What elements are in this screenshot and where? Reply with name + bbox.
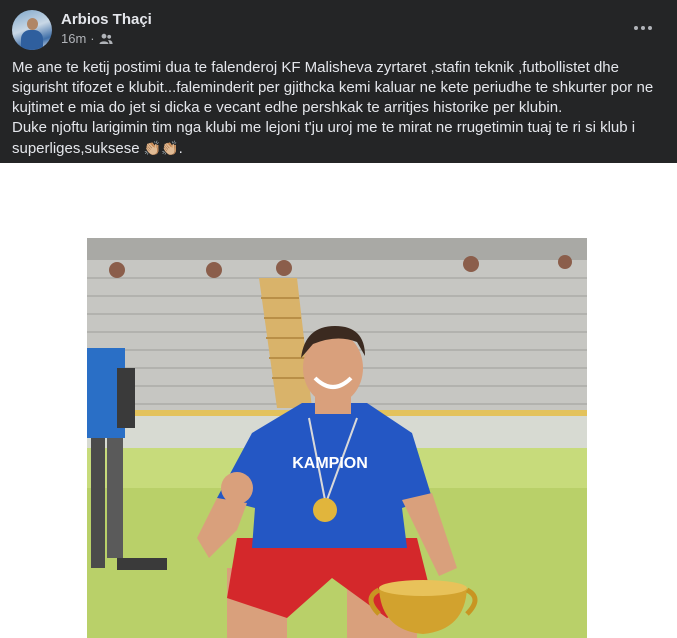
- post-paragraph-2-text: Duke njoftu larigimin tim nga klubi me l…: [12, 119, 636, 157]
- post-meta: 16m ·: [61, 31, 113, 46]
- friends-icon[interactable]: [99, 33, 113, 45]
- shirt-text: KAMPION: [292, 455, 368, 472]
- post-paragraph-1: Me ane te ketij postimi dua te falendero…: [12, 59, 654, 116]
- avatar-head: [27, 18, 38, 30]
- post-time[interactable]: 16m: [61, 31, 86, 46]
- meta-separator: ·: [90, 31, 95, 46]
- post-body: Me ane te ketij postimi dua te falendero…: [12, 58, 668, 159]
- post-media: KAMPION: [0, 163, 677, 638]
- post-header: Arbios Thaçi 16m · Me ane te ketij posti…: [0, 0, 677, 163]
- clapping-hands-emoji: 👏🏼👏🏼: [143, 140, 179, 156]
- avatar-body: [21, 30, 43, 50]
- post-photo[interactable]: KAMPION: [87, 238, 587, 638]
- post-paragraph-2: Duke njoftu larigimin tim nga klubi me l…: [12, 118, 668, 159]
- more-dots-icon: [634, 26, 652, 30]
- photo-illustration: KAMPION: [87, 238, 587, 638]
- more-options-button[interactable]: [628, 14, 658, 42]
- author-avatar[interactable]: [12, 10, 52, 50]
- author-name[interactable]: Arbios Thaçi: [61, 11, 152, 28]
- post-end-punct: .: [178, 140, 183, 157]
